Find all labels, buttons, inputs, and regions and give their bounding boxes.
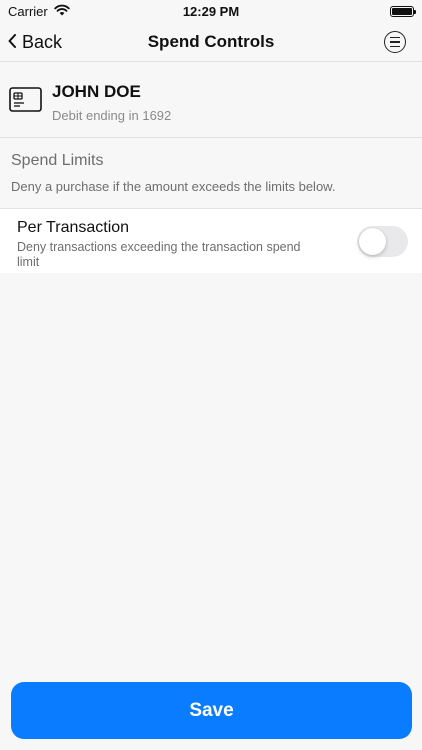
row-description: Deny transactions exceeding the transact… <box>17 240 301 269</box>
menu-circle-icon[interactable] <box>384 31 406 53</box>
save-button[interactable]: Save <box>11 682 412 739</box>
chevron-left-icon <box>8 32 16 53</box>
navigation-bar: Back Spend Controls <box>0 22 422 62</box>
status-bar: Carrier 12:29 PM <box>0 0 422 22</box>
row-title: Per Transaction <box>17 219 130 236</box>
back-button[interactable]: Back <box>8 28 62 56</box>
toggle-knob <box>359 228 386 255</box>
section-description: Deny a purchase if the amount exceeds th… <box>11 179 336 194</box>
carrier-label: Carrier <box>8 3 48 19</box>
card-holder-name: JOHN DOE <box>52 82 141 101</box>
spend-limits-header: Spend Limits Deny a purchase if the amou… <box>0 138 422 209</box>
credit-card-icon <box>9 87 42 117</box>
card-summary: JOHN DOE Debit ending in 1692 <box>0 62 422 138</box>
status-left: Carrier <box>8 4 70 19</box>
card-subtitle: Debit ending in 1692 <box>52 108 172 123</box>
list-item-per-transaction: Per Transaction Deny transactions exceed… <box>0 209 422 273</box>
per-transaction-toggle[interactable] <box>357 226 408 257</box>
back-label: Back <box>22 31 63 52</box>
section-title: Spend Limits <box>11 152 104 169</box>
battery-icon <box>390 5 416 17</box>
wifi-icon <box>54 4 70 19</box>
page-title: Spend Controls <box>147 31 275 51</box>
